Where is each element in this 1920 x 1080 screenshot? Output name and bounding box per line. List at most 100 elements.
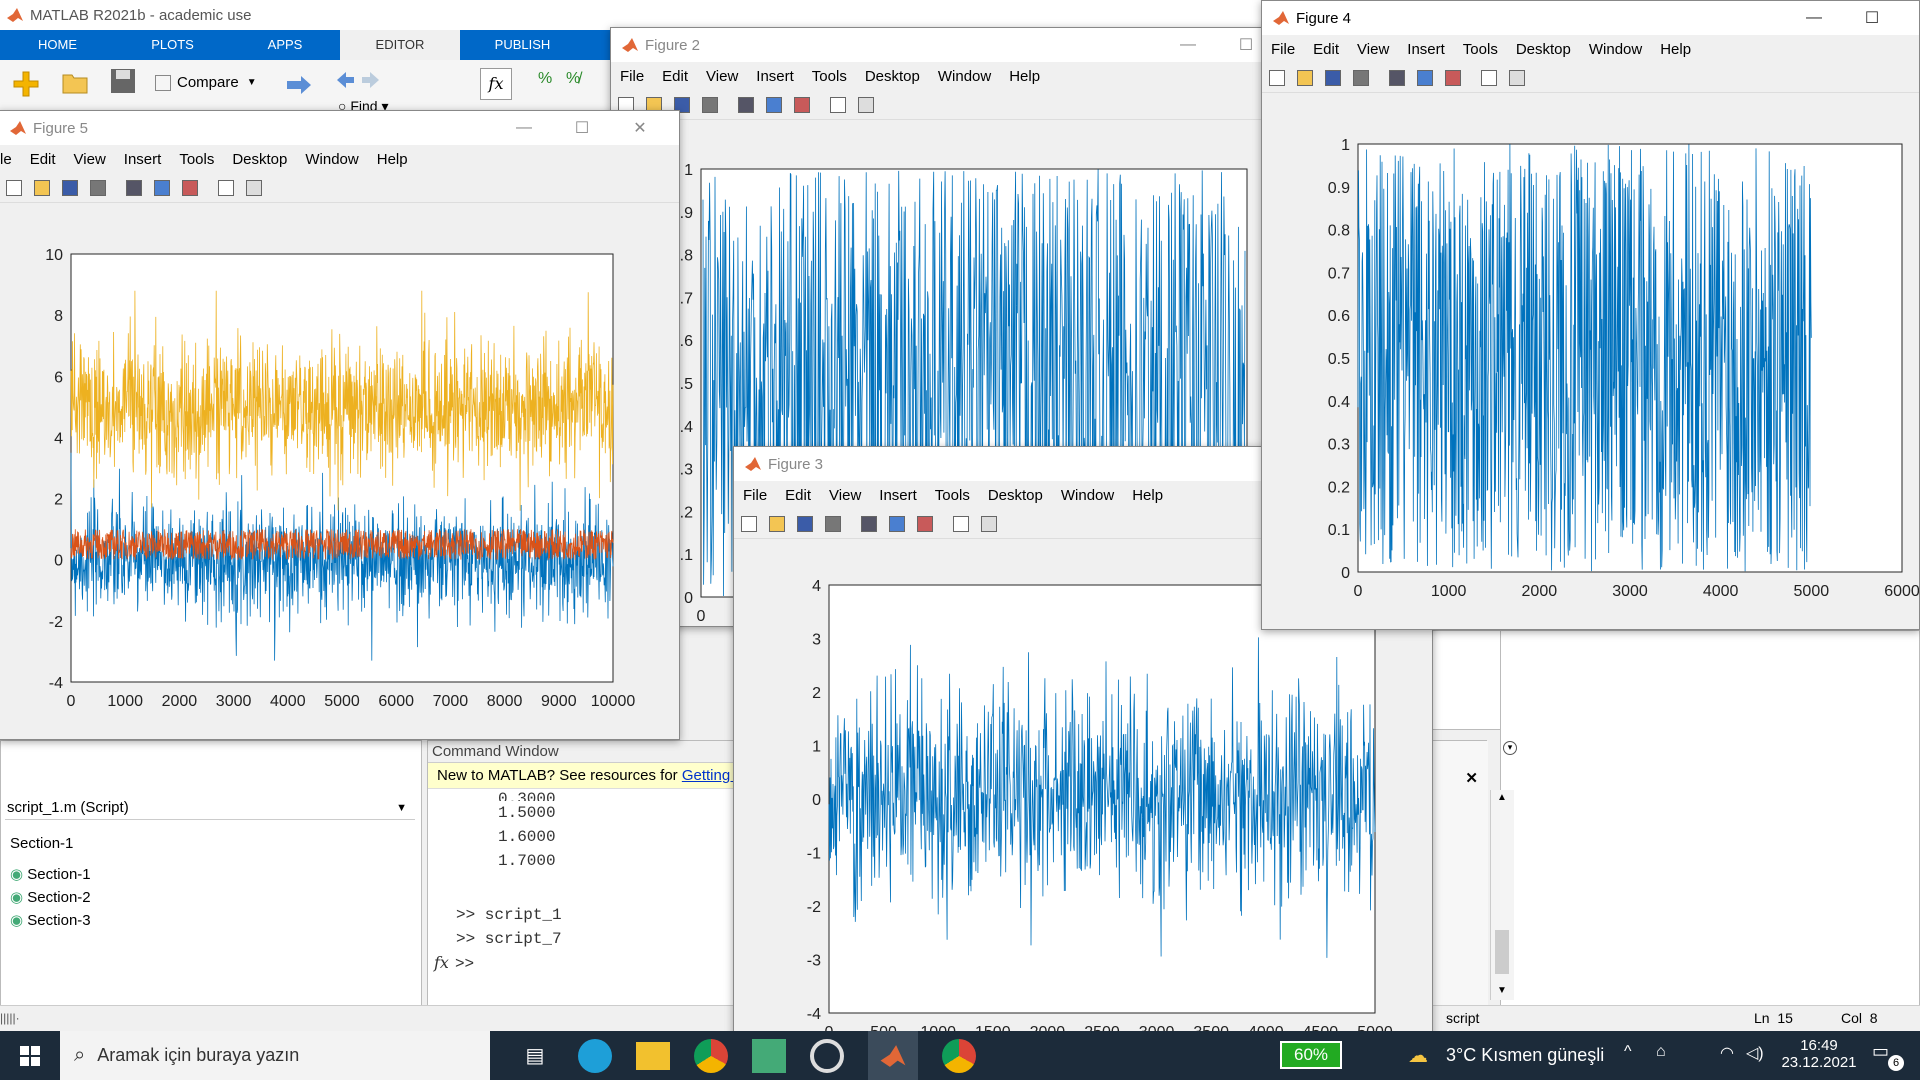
new-figure-icon[interactable]	[1266, 67, 1288, 89]
save-figure-icon[interactable]	[794, 513, 816, 535]
battery-indicator[interactable]: 60%	[1280, 1041, 1342, 1069]
panel-options-icon[interactable]: ▾	[1503, 741, 1517, 755]
clock[interactable]: 16:49 23.12.2021	[1778, 1037, 1860, 1071]
colorbar-icon[interactable]	[151, 177, 173, 199]
tab-publish[interactable]: PUBLISH	[460, 30, 585, 60]
matlab-taskbar-icon[interactable]	[868, 1031, 918, 1080]
menu-file[interactable]: le	[0, 151, 12, 168]
open-file-icon[interactable]	[31, 177, 53, 199]
figure-4-titlebar[interactable]: Figure 4 — ☐	[1262, 1, 1919, 35]
tab-home[interactable]: HOME	[0, 30, 115, 60]
legend-icon[interactable]	[791, 94, 813, 116]
save-icon[interactable]	[110, 68, 136, 94]
legend-icon[interactable]	[914, 513, 936, 535]
scroll-up-icon[interactable]: ▲	[1497, 792, 1507, 803]
menu-help[interactable]: Help	[1009, 68, 1040, 85]
close-icon[interactable]: ✕	[1465, 769, 1478, 787]
menu-window[interactable]: Window	[1061, 487, 1114, 504]
tab-apps[interactable]: APPS	[230, 30, 340, 60]
print-icon[interactable]	[822, 513, 844, 535]
menu-edit[interactable]: Edit	[30, 151, 56, 168]
menu-file[interactable]: File	[620, 68, 644, 85]
pointer-icon[interactable]	[950, 513, 972, 535]
media-icon[interactable]	[810, 1038, 844, 1073]
menu-tools[interactable]: Tools	[179, 151, 214, 168]
pointer-icon[interactable]	[1478, 67, 1500, 89]
wifi-icon[interactable]: ◠	[1720, 1043, 1734, 1063]
property-editor-icon[interactable]	[978, 513, 1000, 535]
property-editor-icon[interactable]	[1506, 67, 1528, 89]
menu-desktop[interactable]: Desktop	[865, 68, 920, 85]
menu-window[interactable]: Window	[305, 151, 358, 168]
menu-insert[interactable]: Insert	[124, 151, 162, 168]
print-icon[interactable]	[699, 94, 721, 116]
menu-window[interactable]: Window	[938, 68, 991, 85]
link-icon[interactable]	[735, 94, 757, 116]
compare-button[interactable]: Compare ▼	[155, 74, 257, 91]
figure-4-window[interactable]: Figure 4 — ☐ File Edit View Insert Tools…	[1261, 0, 1920, 630]
menu-tools[interactable]: Tools	[812, 68, 847, 85]
maximize-button[interactable]: ☐	[1843, 1, 1901, 35]
legend-icon[interactable]	[1442, 67, 1464, 89]
scroll-down-icon[interactable]: ▼	[1497, 985, 1507, 996]
menu-help[interactable]: Help	[377, 151, 408, 168]
property-editor-icon[interactable]	[855, 94, 877, 116]
fx-icon[interactable]: fx	[434, 953, 449, 972]
menu-view[interactable]: View	[74, 151, 106, 168]
open-file-icon[interactable]	[1294, 67, 1316, 89]
open-icon[interactable]	[62, 72, 88, 94]
menu-edit[interactable]: Edit	[662, 68, 688, 85]
chevron-up-icon[interactable]: ^	[1624, 1043, 1632, 1061]
open-file-icon[interactable]	[766, 513, 788, 535]
file-explorer-icon[interactable]	[636, 1041, 670, 1070]
scrollbar[interactable]: ▲ ▼	[1490, 790, 1514, 1000]
print-icon[interactable]	[87, 177, 109, 199]
minimize-button[interactable]: —	[495, 111, 553, 145]
colorbar-icon[interactable]	[886, 513, 908, 535]
menu-insert[interactable]: Insert	[756, 68, 794, 85]
link-icon[interactable]	[123, 177, 145, 199]
insert-function-icon[interactable]: fx	[480, 68, 512, 100]
link-icon[interactable]	[1386, 67, 1408, 89]
minimize-button[interactable]: —	[1159, 28, 1217, 62]
notifications-icon[interactable]: ▭ 6	[1872, 1041, 1904, 1071]
weather-text[interactable]: 3°C Kısmen güneşli	[1446, 1045, 1604, 1066]
comment-icon[interactable]: %̸	[566, 70, 580, 88]
go-to-icon[interactable]	[285, 74, 315, 96]
menu-view[interactable]: View	[829, 487, 861, 504]
menu-view[interactable]: View	[706, 68, 738, 85]
menu-edit[interactable]: Edit	[1313, 41, 1339, 58]
network-icon[interactable]: ⌂	[1656, 1043, 1666, 1061]
menu-edit[interactable]: Edit	[785, 487, 811, 504]
edge-icon[interactable]	[578, 1038, 612, 1073]
section-item[interactable]: ◉ Section-3	[10, 911, 91, 929]
colorbar-icon[interactable]	[763, 94, 785, 116]
figure-5-titlebar[interactable]: Figure 5 — ☐ ✕	[0, 111, 679, 145]
volume-icon[interactable]: ◁)	[1746, 1043, 1764, 1063]
menu-file[interactable]: File	[1271, 41, 1295, 58]
chrome-profile-icon[interactable]	[942, 1038, 976, 1073]
menu-file[interactable]: File	[743, 487, 767, 504]
command-prompt[interactable]: >>	[455, 955, 474, 973]
task-view-icon[interactable]: ▤	[516, 1037, 554, 1075]
back-forward-icons[interactable]	[335, 70, 381, 90]
new-figure-icon[interactable]	[3, 177, 25, 199]
figure-5-window[interactable]: Figure 5 — ☐ ✕ le Edit View Insert Tools…	[0, 110, 680, 740]
menu-window[interactable]: Window	[1589, 41, 1642, 58]
save-figure-icon[interactable]	[1322, 67, 1344, 89]
link-icon[interactable]	[858, 513, 880, 535]
section-item[interactable]: ◉ Section-1	[10, 865, 91, 883]
menu-insert[interactable]: Insert	[1407, 41, 1445, 58]
menu-help[interactable]: Help	[1132, 487, 1163, 504]
legend-icon[interactable]	[179, 177, 201, 199]
pointer-icon[interactable]	[827, 94, 849, 116]
tab-editor[interactable]: EDITOR	[340, 30, 460, 60]
menu-desktop[interactable]: Desktop	[232, 151, 287, 168]
percent-icon[interactable]: %	[538, 70, 552, 88]
taskbar-search[interactable]: ⌕ Aramak için buraya yazın	[60, 1031, 490, 1080]
save-figure-icon[interactable]	[59, 177, 81, 199]
new-figure-icon[interactable]	[738, 513, 760, 535]
chrome-icon[interactable]	[694, 1038, 728, 1073]
menu-desktop[interactable]: Desktop	[1516, 41, 1571, 58]
menu-desktop[interactable]: Desktop	[988, 487, 1043, 504]
